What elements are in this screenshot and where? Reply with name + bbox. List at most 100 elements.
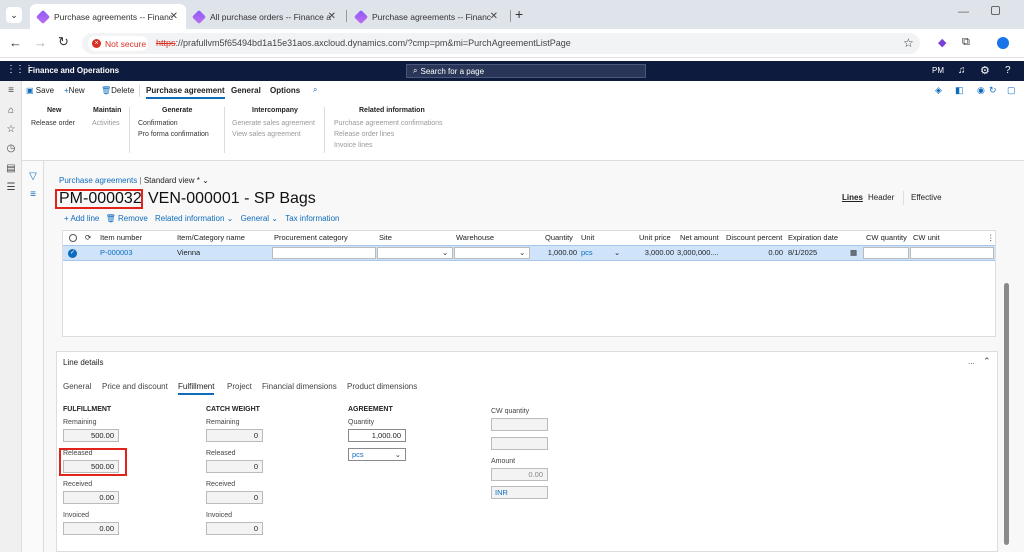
invoice-lines-button[interactable]: Invoice lines <box>334 142 373 149</box>
line-details-title[interactable]: Line details <box>63 358 103 367</box>
restore-icon[interactable] <box>991 6 1000 15</box>
chevron-down-icon[interactable]: ⌄ <box>442 246 448 260</box>
activities-button[interactable]: Activities <box>92 120 120 127</box>
hamburger-icon[interactable]: ≡ <box>5 85 17 97</box>
table-row[interactable]: ✓ P-000003 Vienna ⌄ ⌄ 1,000.00 pcs ⌄ 3,0… <box>63 245 995 261</box>
new-button[interactable]: +New <box>64 86 85 95</box>
chevron-down-icon[interactable]: ⌄ <box>519 246 525 260</box>
column-header-unit-price[interactable]: Unit price <box>639 231 671 245</box>
agreement-confirmations-button[interactable]: Purchase agreement confirmations <box>334 120 443 127</box>
notes-icon[interactable]: ◉ <box>977 85 985 96</box>
back-icon[interactable]: ← <box>9 35 22 50</box>
discount-cell[interactable]: 0.00 <box>743 246 783 260</box>
generate-sales-agreement-button[interactable]: Generate sales agreement <box>232 120 315 127</box>
column-header-net-amount[interactable]: Net amount <box>680 231 719 245</box>
confirmation-button[interactable]: Confirmation <box>138 120 178 127</box>
attach-icon[interactable]: ◈ <box>935 85 942 96</box>
tab-list-dropdown[interactable]: ⌄ <box>6 7 22 23</box>
subtab-fulfillment[interactable]: Fulfillment <box>178 382 215 395</box>
home-icon[interactable]: ⌂ <box>5 105 17 117</box>
cw-unit-cell[interactable] <box>910 247 994 259</box>
procurement-category-cell[interactable] <box>272 247 376 259</box>
breadcrumb-link[interactable]: Purchase agreements <box>59 176 137 185</box>
effective-toggle[interactable]: Effective <box>911 193 942 202</box>
search-actions-icon[interactable]: ⌕ <box>313 85 317 95</box>
column-header-warehouse[interactable]: Warehouse <box>456 231 494 245</box>
column-header-expiration-date[interactable]: Expiration date <box>788 231 838 245</box>
refresh-icon[interactable]: ↻ <box>989 85 997 96</box>
item-name-cell[interactable]: Vienna <box>177 246 200 260</box>
pro-forma-confirmation-button[interactable]: Pro forma confirmation <box>138 131 209 138</box>
close-tab-icon[interactable]: ✕ <box>490 11 498 22</box>
tab-purchase-agreement[interactable]: Purchase agreement <box>146 86 225 99</box>
column-header-cw-unit[interactable]: CW unit <box>913 231 940 245</box>
column-header-item-number[interactable]: Item number <box>100 231 142 245</box>
expiration-date-cell[interactable]: 8/1/2025 <box>788 246 817 260</box>
app-name[interactable]: Finance and Operations <box>28 66 119 75</box>
bell-icon[interactable]: ♫ <box>958 65 966 76</box>
minimize-icon[interactable]: — <box>958 6 969 18</box>
delete-button[interactable]: 🗑Delete <box>101 86 134 95</box>
refresh-grid-icon[interactable]: ⟳ <box>85 231 91 245</box>
not-secure-badge[interactable]: × Not secure <box>88 36 148 51</box>
subtab-product-dimensions[interactable]: Product dimensions <box>347 382 417 391</box>
close-tab-icon[interactable]: ✕ <box>328 11 336 22</box>
tab-general[interactable]: General <box>231 86 261 95</box>
tab-lines[interactable]: Lines <box>842 193 863 202</box>
row-selected-check-icon[interactable]: ✓ <box>68 249 77 258</box>
company-code[interactable]: PM <box>932 66 944 75</box>
quantity-cell[interactable]: 1,000.00 <box>543 246 577 260</box>
page-scrollbar[interactable] <box>1004 283 1009 545</box>
more-icon[interactable]: ... <box>968 357 975 366</box>
tab-header[interactable]: Header <box>868 193 894 202</box>
column-options-icon[interactable]: ⋮ <box>987 231 995 245</box>
workspaces-icon[interactable]: ▤ <box>5 163 17 175</box>
forward-icon[interactable]: → <box>34 35 47 50</box>
agreement-quantity-field[interactable]: 1,000.00 <box>348 429 406 442</box>
close-page-icon[interactable]: ▢ <box>1007 85 1016 96</box>
select-all-checkbox[interactable] <box>69 234 77 242</box>
save-button[interactable]: ▣ Save <box>26 86 54 95</box>
column-header-item-name[interactable]: Item/Category name <box>177 231 245 245</box>
tax-information-button[interactable]: Tax information <box>285 214 339 223</box>
chevron-down-icon[interactable]: ⌄ <box>202 176 209 185</box>
view-selector[interactable]: Standard view * <box>144 176 200 185</box>
new-tab-icon[interactable]: + <box>515 6 523 22</box>
add-line-button[interactable]: + Add line <box>64 214 99 223</box>
subtab-project[interactable]: Project <box>227 382 252 391</box>
column-header-cw-quantity[interactable]: CW quantity <box>866 231 907 245</box>
reload-icon[interactable]: ↻ <box>58 34 69 50</box>
search-box[interactable]: ⌕ Search for a page <box>406 64 646 78</box>
view-sales-agreement-button[interactable]: View sales agreement <box>232 131 301 138</box>
filter-icon[interactable]: ▽ <box>27 171 39 183</box>
close-tab-icon[interactable]: ✕ <box>170 11 178 22</box>
remove-button[interactable]: 🗑 Remove <box>106 214 148 223</box>
column-header-procurement-category[interactable]: Procurement category <box>274 231 348 245</box>
tab-options[interactable]: Options <box>270 86 300 95</box>
column-header-discount-percent[interactable]: Discount percent <box>726 231 782 245</box>
favorites-icon[interactable]: ☆ <box>5 124 17 136</box>
release-order-button[interactable]: Release order <box>31 120 75 127</box>
column-header-quantity[interactable]: Quantity <box>545 231 573 245</box>
help-icon[interactable]: ? <box>1005 65 1011 76</box>
subtab-price-discount[interactable]: Price and discount <box>102 382 168 391</box>
office-icon[interactable]: ◧ <box>955 85 964 96</box>
cw-quantity-cell[interactable] <box>863 247 909 259</box>
browser-tab-1[interactable]: Purchase agreements -- Financ ✕ <box>30 4 186 29</box>
browser-tab-3[interactable]: Purchase agreements -- Financ ✕ <box>348 4 506 29</box>
modules-icon[interactable]: ☰ <box>5 182 17 194</box>
url-bar[interactable]: × Not secure https://prafullvm5f65494bd1… <box>82 33 920 54</box>
unit-price-cell[interactable]: 3,000.00 <box>629 246 674 260</box>
net-amount-cell[interactable]: 3,000,000.... <box>677 246 719 260</box>
browser-tab-2[interactable]: All purchase orders -- Finance a ✕ <box>186 4 344 29</box>
gear-icon[interactable]: ⚙ <box>980 64 990 77</box>
puzzle-icon[interactable]: ⧉ <box>962 36 970 49</box>
profile-icon[interactable] <box>997 37 1009 49</box>
extension-icon[interactable]: ◆ <box>938 36 946 49</box>
column-header-site[interactable]: Site <box>379 231 392 245</box>
chevron-down-icon[interactable]: ⌄ <box>614 246 620 260</box>
subtab-financial-dimensions[interactable]: Financial dimensions <box>262 382 337 391</box>
general-menu-button[interactable]: General ⌄ <box>241 214 278 223</box>
release-order-lines-button[interactable]: Release order lines <box>334 131 394 138</box>
subtab-general[interactable]: General <box>63 382 91 391</box>
